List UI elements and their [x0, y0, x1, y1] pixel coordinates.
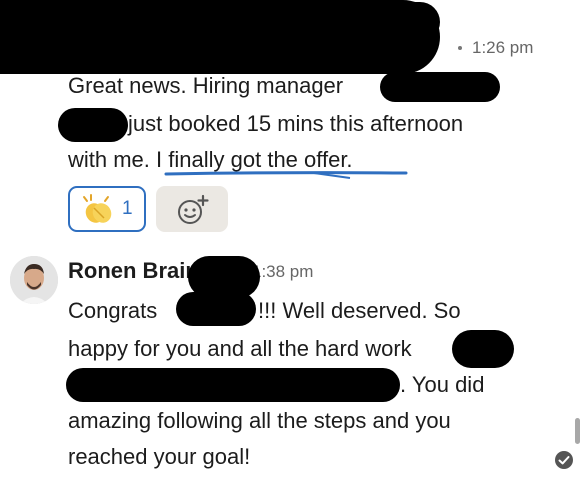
message-timestamp: 1:38 pm	[252, 262, 314, 281]
message-text-line: !!! Well deserved. So	[258, 298, 461, 323]
scrollbar[interactable]	[575, 418, 580, 444]
clapping-hands-icon	[83, 194, 112, 223]
message-text-line: happy for you and all the hard work	[68, 336, 412, 361]
highlighted-phrase: I finally got the offer.	[156, 147, 353, 172]
message-text-line: . You did	[400, 372, 485, 397]
avatar-photo	[10, 256, 58, 304]
underline-annotation	[164, 171, 408, 179]
message-text-line: reached your goal!	[68, 444, 251, 469]
redacted-name	[176, 292, 256, 326]
message-timestamp: 1:26 pm	[472, 38, 534, 57]
seen-check-icon	[555, 451, 573, 469]
message-text-line: just booked 15 mins this afternoon	[128, 111, 464, 136]
add-reaction-button[interactable]	[156, 186, 228, 232]
redacted-sender-name-extra	[140, 2, 440, 42]
redacted-text	[66, 368, 400, 402]
message-text-line: Congrats	[68, 298, 158, 323]
add-emoji-icon	[178, 194, 209, 224]
avatar[interactable]	[10, 256, 58, 304]
reaction-clap-button[interactable]: 1	[68, 186, 146, 232]
message-text-line: Great news. Hiring manager	[68, 73, 344, 98]
redacted-name	[58, 108, 128, 142]
redacted-text	[452, 330, 514, 368]
redacted-name	[380, 72, 500, 102]
timestamp-separator-dot	[458, 46, 462, 50]
message-text-line: amazing following all the steps and you	[68, 408, 451, 433]
reaction-count: 1	[122, 198, 133, 219]
